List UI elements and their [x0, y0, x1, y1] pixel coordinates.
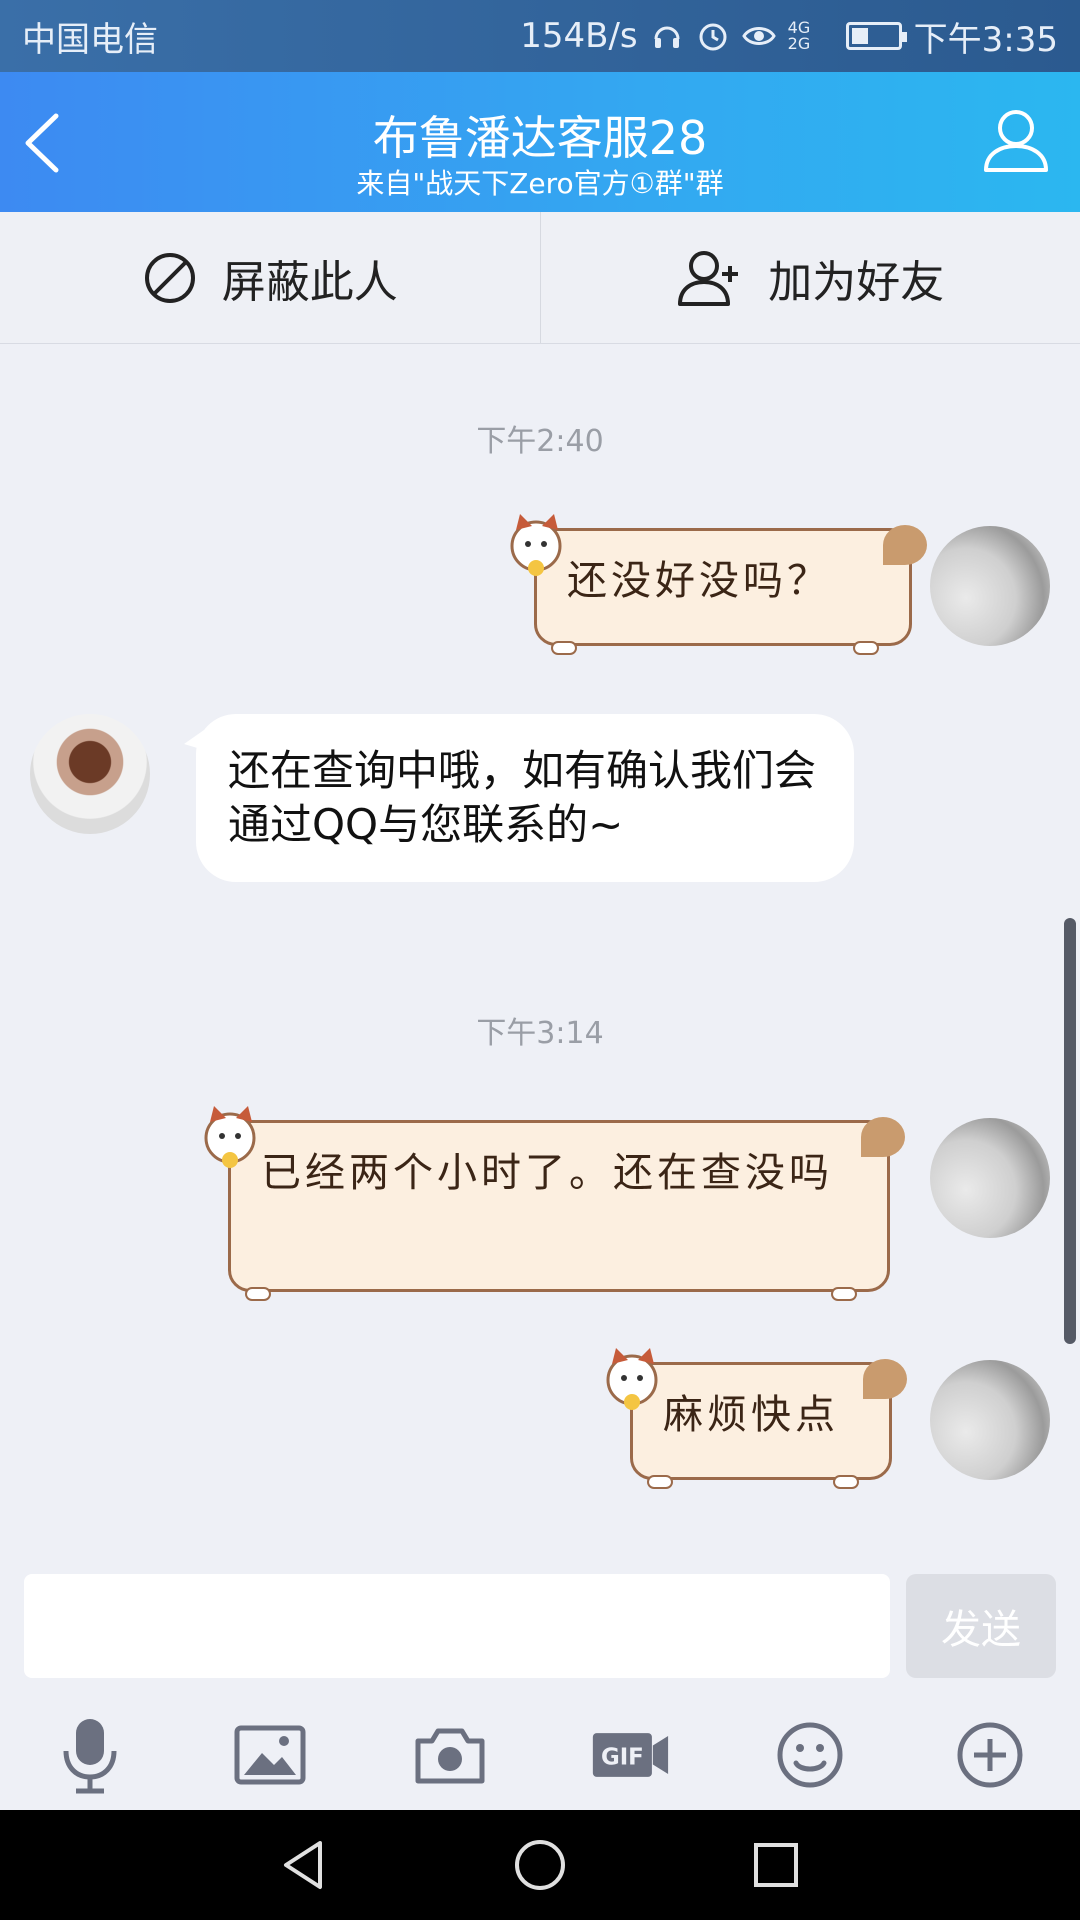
message-text: 还在查询中哦，如有确认我们会通过QQ与您联系的~: [228, 746, 817, 849]
my-avatar[interactable]: [930, 1360, 1050, 1480]
more-button[interactable]: [950, 1715, 1030, 1795]
block-user-label: 屏蔽此人: [221, 256, 398, 308]
timestamp: 下午2:40: [476, 424, 604, 459]
block-user-button[interactable]: 屏蔽此人: [0, 212, 540, 343]
battery-icon: [845, 22, 907, 50]
alarm-icon: [699, 23, 727, 51]
timestamp: 下午3:14: [476, 1016, 604, 1051]
lucky-cat-icon: [606, 1348, 658, 1410]
chat-subtitle: 来自"战天下Zero官方①群"群: [356, 167, 724, 200]
outgoing-message[interactable]: 还没好没吗？: [534, 525, 927, 655]
add-friend-button[interactable]: 加为好友: [541, 212, 1080, 343]
image-icon: [234, 1725, 306, 1785]
lucky-cat-icon: [204, 1106, 256, 1168]
contact-avatar[interactable]: [30, 714, 150, 834]
status-icons: 154B/s 4G 2G 下午3:35: [520, 12, 1058, 61]
add-friend-icon: [678, 250, 739, 306]
message-input[interactable]: [24, 1574, 890, 1678]
system-nav-bar: [0, 1810, 1080, 1920]
lucky-cat-icon: [510, 514, 562, 576]
composer: 发送: [0, 1574, 1080, 1682]
composer-toolbar: GIF: [0, 1700, 1080, 1810]
chat-scrollbar[interactable]: [1064, 918, 1076, 1344]
send-button[interactable]: 发送: [906, 1574, 1056, 1678]
gif-icon: GIF: [592, 1733, 669, 1777]
message-text: 麻烦快点: [663, 1392, 839, 1438]
nav-home-icon[interactable]: [512, 1837, 568, 1893]
emoji-button[interactable]: [770, 1715, 850, 1795]
user-profile-icon[interactable]: [980, 104, 1052, 176]
status-bar: 中国电信 154B/s 4G 2G 下午3:35: [0, 0, 1080, 72]
eye-icon: [741, 27, 776, 45]
network-type: 4G 2G: [787, 18, 811, 53]
microphone-icon: [63, 1719, 117, 1794]
clock: 下午3:35: [913, 19, 1058, 60]
block-icon: [144, 252, 195, 303]
incoming-message[interactable]: 还在查询中哦，如有确认我们会通过QQ与您联系的~: [184, 714, 854, 882]
image-button[interactable]: [230, 1715, 310, 1795]
nav-recents-icon[interactable]: [748, 1837, 804, 1893]
chat-area[interactable]: 下午2:40 还没好没吗？ 还在查询中哦，如有确认我们会通过QQ与您联系的~ 下…: [0, 344, 1080, 1534]
plus-icon: [957, 1722, 1023, 1788]
action-bar: 屏蔽此人 加为好友: [0, 212, 1080, 344]
add-friend-label: 加为好友: [768, 256, 945, 308]
headset-icon: [654, 26, 680, 48]
emoji-icon: [777, 1722, 843, 1788]
carrier-label: 中国电信: [22, 19, 158, 60]
nav-back-icon[interactable]: [276, 1837, 332, 1893]
camera-button[interactable]: [410, 1715, 490, 1795]
gif-button[interactable]: GIF: [590, 1715, 670, 1795]
chat-header: 布鲁潘达客服28 来自"战天下Zero官方①群"群: [0, 72, 1080, 212]
camera-icon: [415, 1728, 485, 1784]
voice-button[interactable]: [50, 1715, 130, 1795]
network-speed: 154B/s: [520, 16, 638, 56]
outgoing-message[interactable]: 已经两个小时了。还在查没吗: [228, 1117, 905, 1301]
my-avatar[interactable]: [930, 526, 1050, 646]
message-text: 还没好没吗？: [567, 558, 831, 604]
chat-title: 布鲁潘达客服28: [372, 111, 708, 165]
my-avatar[interactable]: [930, 1118, 1050, 1238]
svg-text:GIF: GIF: [601, 1745, 644, 1771]
message-text: 已经两个小时了。还在查没吗: [261, 1150, 833, 1196]
